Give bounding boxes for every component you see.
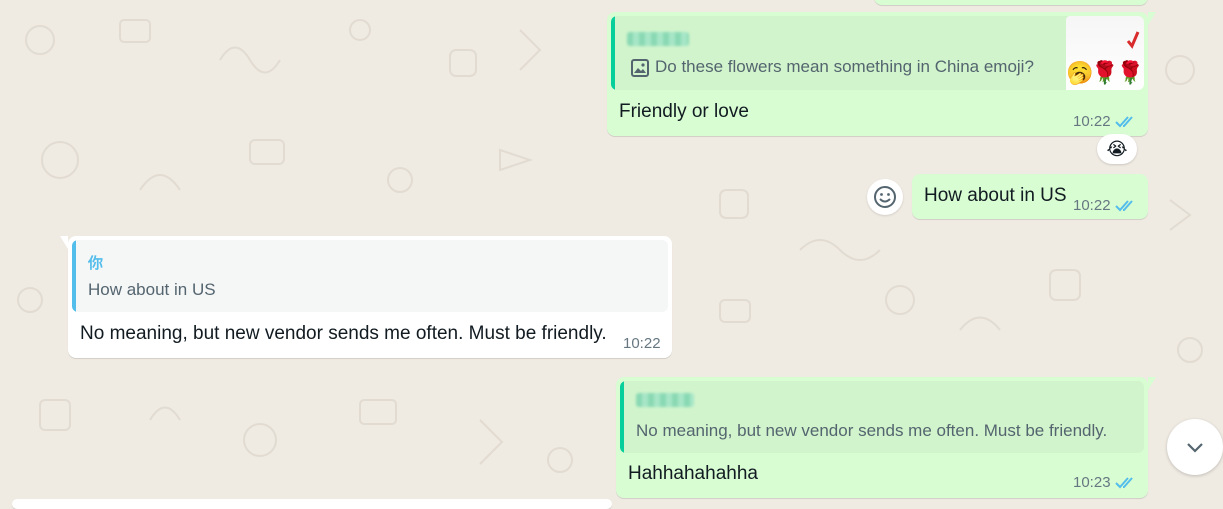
bubble-tail [1148, 12, 1156, 25]
quote-image-thumbnail: 🥱🌹🌹 [1066, 16, 1144, 90]
message-meta: 10:22 [1073, 113, 1137, 130]
quote-author: 你 [88, 255, 104, 272]
message-text: How about in US [924, 185, 1067, 206]
quote-bar [611, 16, 615, 90]
message-time: 10:22 [1073, 197, 1111, 214]
quoted-message[interactable]: No meaning, but new vendor sends me ofte… [620, 381, 1144, 453]
message-text: Hahhahahahha [628, 463, 758, 484]
previous-message-bubble [874, 0, 1148, 5]
message-time: 10:23 [1073, 474, 1111, 491]
quote-text: Do these flowers mean something in China… [655, 57, 1034, 76]
message-text: Friendly or love [619, 101, 749, 122]
quote-text: No meaning, but new vendor sends me ofte… [636, 421, 1108, 440]
scroll-to-bottom-button[interactable] [1167, 419, 1223, 475]
quote-text: How about in US [88, 280, 216, 299]
chevron-down-icon [1187, 443, 1203, 453]
message-bubble[interactable]: Do these flowers mean something in China… [607, 12, 1156, 136]
reaction-emoji: 😭 [1106, 138, 1128, 159]
message-bubble[interactable]: How about in US 10:22 [912, 174, 1148, 219]
message-reaction[interactable]: 😭 [1097, 134, 1137, 164]
image-icon [631, 59, 649, 77]
quoted-message[interactable]: Do these flowers mean something in China… [611, 16, 1144, 90]
quote-author-redacted [636, 393, 694, 407]
read-ticks-icon [1114, 476, 1133, 488]
bubble-tail [60, 236, 68, 249]
message-bubble[interactable]: No meaning, but new vendor sends me ofte… [616, 377, 1156, 498]
quoted-message[interactable]: 你 How about in US [72, 240, 668, 312]
message-meta: 10:23 [1073, 474, 1137, 491]
bubble-tail [1148, 377, 1156, 390]
read-ticks-icon [1114, 199, 1133, 211]
message-text: No meaning, but new vendor sends me ofte… [80, 323, 607, 344]
message-time: 10:22 [1073, 113, 1111, 130]
message-meta: 10:22 [1073, 197, 1137, 214]
quote-author-redacted [627, 32, 689, 46]
quote-bar [72, 240, 76, 312]
smiley-icon [874, 186, 896, 208]
next-message-bubble [12, 499, 612, 509]
thumbnail-emojis: 🥱🌹🌹 [1066, 60, 1144, 85]
react-emoji-button[interactable] [867, 179, 903, 215]
message-meta: 10:22 [623, 335, 661, 352]
message-time: 10:22 [623, 335, 661, 352]
quote-bar [620, 381, 624, 453]
read-ticks-icon [1114, 115, 1133, 127]
message-bubble[interactable]: 你 How about in US No meaning, but new ve… [60, 236, 672, 358]
